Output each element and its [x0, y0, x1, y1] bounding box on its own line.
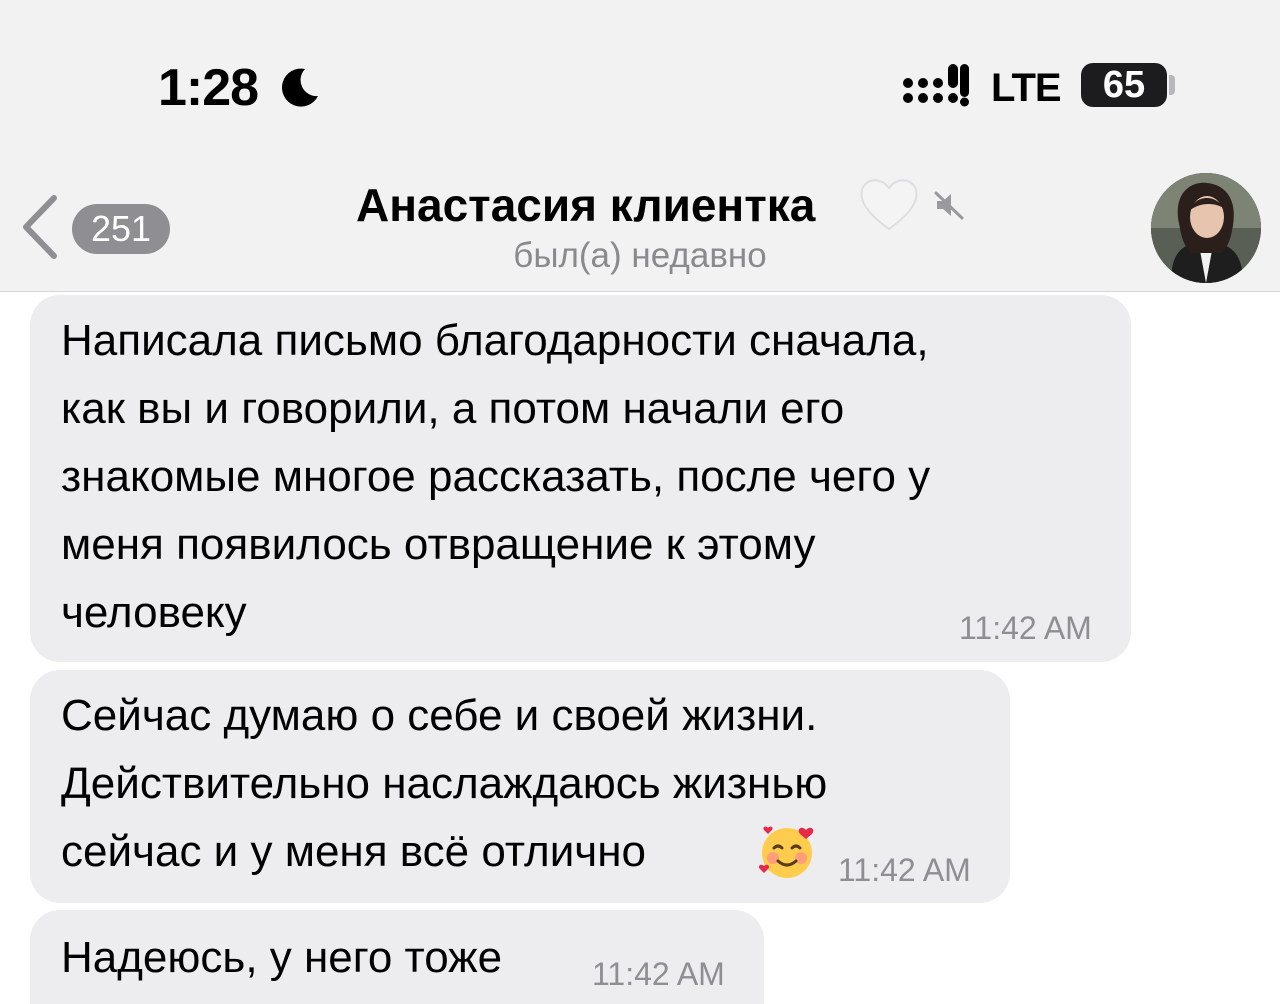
- avatar-photo: [1151, 173, 1261, 283]
- white-heart-icon: [860, 179, 918, 231]
- message-bubble[interactable]: Написала письмо благодарности сначала, к…: [30, 295, 1131, 662]
- battery-percent: 65: [1102, 64, 1146, 106]
- mute-icon: [934, 191, 964, 220]
- contact-status: был(а) недавно: [513, 236, 767, 275]
- message-bubble[interactable]: Надеюсь, у него тоже 11:42 AM: [30, 910, 764, 1004]
- message-text: Надеюсь, у него тоже: [61, 933, 503, 982]
- message-time: 11:42 AM: [838, 852, 971, 888]
- smiling-face-with-hearts-icon: [758, 826, 814, 878]
- cellular-signal-icon: [903, 64, 969, 107]
- chat-header-bar: 1:28 LTE 65 251 Анастасия клиентка был(а…: [0, 0, 1280, 292]
- contact-name[interactable]: Анастасия клиентка: [356, 178, 815, 232]
- message-text: Написала письмо благодарности сначала, к…: [61, 316, 931, 637]
- network-type: LTE: [991, 66, 1062, 110]
- moon-icon: [281, 68, 318, 107]
- battery-cap: [1169, 75, 1175, 95]
- message-time: 11:42 AM: [592, 956, 725, 992]
- message-time: 11:42 AM: [959, 610, 1092, 646]
- contact-avatar[interactable]: [1151, 173, 1261, 283]
- message-bubble[interactable]: Сейчас думаю о себе и своей жизни. Дейст…: [30, 670, 1010, 903]
- message-text: Сейчас думаю о себе и своей жизни. Дейст…: [61, 691, 828, 876]
- status-time: 1:28: [158, 59, 259, 117]
